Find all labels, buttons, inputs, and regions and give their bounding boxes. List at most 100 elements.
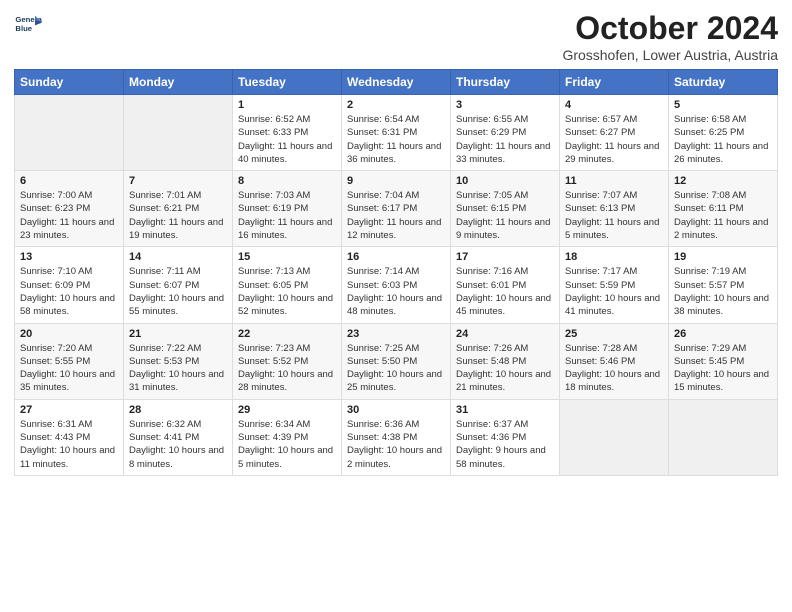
calendar-week-row: 1 Sunrise: 6:52 AMSunset: 6:33 PMDaylight…	[15, 95, 778, 171]
cell-info: Sunrise: 7:10 AMSunset: 6:09 PMDaylight:…	[20, 265, 118, 318]
cell-date: 16	[347, 251, 445, 263]
calendar-day-header: Tuesday	[233, 70, 342, 95]
calendar-cell: 18 Sunrise: 7:17 AMSunset: 5:59 PMDayligh…	[560, 247, 669, 323]
cell-date: 20	[20, 328, 118, 340]
cell-date: 13	[20, 251, 118, 263]
cell-date: 1	[238, 99, 336, 111]
calendar-cell: 15 Sunrise: 7:13 AMSunset: 6:05 PMDayligh…	[233, 247, 342, 323]
page: General Blue October 2024 Grosshofen, Lo…	[0, 0, 792, 612]
cell-date: 8	[238, 175, 336, 187]
calendar-cell: 28 Sunrise: 6:32 AMSunset: 4:41 PMDayligh…	[124, 399, 233, 475]
cell-info: Sunrise: 7:14 AMSunset: 6:03 PMDaylight:…	[347, 265, 445, 318]
cell-info: Sunrise: 7:20 AMSunset: 5:55 PMDaylight:…	[20, 342, 118, 395]
calendar-cell: 3Sunrise: 6:55 AMSunset: 6:29 PMDaylight…	[451, 95, 560, 171]
calendar-cell: 6 Sunrise: 7:00 AMSunset: 6:23 PMDaylight…	[15, 171, 124, 247]
cell-info: Sunrise: 7:16 AMSunset: 6:01 PMDaylight:…	[456, 265, 554, 318]
header: General Blue October 2024 Grosshofen, Lo…	[14, 10, 778, 63]
calendar-cell: 7Sunrise: 7:01 AMSunset: 6:21 PMDaylight…	[124, 171, 233, 247]
cell-date: 27	[20, 404, 118, 416]
cell-date: 9	[347, 175, 445, 187]
cell-info: Sunrise: 7:05 AMSunset: 6:15 PMDaylight:…	[456, 189, 554, 242]
calendar-cell: 5 Sunrise: 6:58 AMSunset: 6:25 PMDaylight…	[669, 95, 778, 171]
cell-date: 30	[347, 404, 445, 416]
calendar-cell: 30Sunrise: 6:36 AMSunset: 4:38 PMDayligh…	[342, 399, 451, 475]
calendar-cell: 25 Sunrise: 7:28 AMSunset: 5:46 PMDayligh…	[560, 323, 669, 399]
title-block: October 2024 Grosshofen, Lower Austria, …	[562, 10, 778, 63]
calendar-week-row: 20 Sunrise: 7:20 AMSunset: 5:55 PMDayligh…	[15, 323, 778, 399]
cell-date: 11	[565, 175, 663, 187]
cell-info: Sunrise: 7:13 AMSunset: 6:05 PMDaylight:…	[238, 265, 336, 318]
cell-date: 19	[674, 251, 772, 263]
cell-date: 12	[674, 175, 772, 187]
cell-info: Sunrise: 7:04 AMSunset: 6:17 PMDaylight:…	[347, 189, 445, 242]
logo-icon: General Blue	[14, 10, 42, 38]
cell-date: 22	[238, 328, 336, 340]
calendar-cell: 17 Sunrise: 7:16 AMSunset: 6:01 PMDayligh…	[451, 247, 560, 323]
cell-info: Sunrise: 7:03 AMSunset: 6:19 PMDaylight:…	[238, 189, 336, 242]
cell-date: 5	[674, 99, 772, 111]
cell-date: 31	[456, 404, 554, 416]
calendar-table: SundayMondayTuesdayWednesdayThursdayFrid…	[14, 69, 778, 476]
calendar-cell: 9 Sunrise: 7:04 AMSunset: 6:17 PMDaylight…	[342, 171, 451, 247]
calendar-cell: 12 Sunrise: 7:08 AMSunset: 6:11 PMDayligh…	[669, 171, 778, 247]
location: Grosshofen, Lower Austria, Austria	[562, 47, 778, 63]
cell-date: 28	[129, 404, 227, 416]
calendar-cell: 11 Sunrise: 7:07 AMSunset: 6:13 PMDayligh…	[560, 171, 669, 247]
cell-info: Sunrise: 7:28 AMSunset: 5:46 PMDaylight:…	[565, 342, 663, 395]
calendar-cell	[560, 399, 669, 475]
calendar-cell: 1 Sunrise: 6:52 AMSunset: 6:33 PMDaylight…	[233, 95, 342, 171]
calendar-cell: 19 Sunrise: 7:19 AMSunset: 5:57 PMDayligh…	[669, 247, 778, 323]
cell-info: Sunrise: 7:11 AMSunset: 6:07 PMDaylight:…	[129, 265, 227, 318]
cell-info: Sunrise: 6:37 AMSunset: 4:36 PMDaylight:…	[456, 418, 554, 471]
cell-date: 29	[238, 404, 336, 416]
calendar-cell: 27Sunrise: 6:31 AMSunset: 4:43 PMDayligh…	[15, 399, 124, 475]
cell-date: 17	[456, 251, 554, 263]
cell-info: Sunrise: 6:57 AMSunset: 6:27 PMDaylight:…	[565, 113, 663, 166]
cell-info: Sunrise: 7:19 AMSunset: 5:57 PMDaylight:…	[674, 265, 772, 318]
calendar-cell: 13 Sunrise: 7:10 AMSunset: 6:09 PMDayligh…	[15, 247, 124, 323]
cell-info: Sunrise: 7:07 AMSunset: 6:13 PMDaylight:…	[565, 189, 663, 242]
calendar-cell: 8 Sunrise: 7:03 AMSunset: 6:19 PMDaylight…	[233, 171, 342, 247]
month-title: October 2024	[562, 10, 778, 47]
calendar-cell: 14Sunrise: 7:11 AMSunset: 6:07 PMDayligh…	[124, 247, 233, 323]
cell-date: 15	[238, 251, 336, 263]
calendar-cell	[124, 95, 233, 171]
cell-date: 2	[347, 99, 445, 111]
calendar-day-header: Wednesday	[342, 70, 451, 95]
calendar-cell: 21Sunrise: 7:22 AMSunset: 5:53 PMDayligh…	[124, 323, 233, 399]
calendar-cell	[15, 95, 124, 171]
cell-info: Sunrise: 6:32 AMSunset: 4:41 PMDaylight:…	[129, 418, 227, 471]
cell-info: Sunrise: 7:22 AMSunset: 5:53 PMDaylight:…	[129, 342, 227, 395]
calendar-week-row: 13 Sunrise: 7:10 AMSunset: 6:09 PMDayligh…	[15, 247, 778, 323]
calendar-cell: 10 Sunrise: 7:05 AMSunset: 6:15 PMDayligh…	[451, 171, 560, 247]
cell-date: 6	[20, 175, 118, 187]
calendar-cell: 2Sunrise: 6:54 AMSunset: 6:31 PMDaylight…	[342, 95, 451, 171]
cell-date: 23	[347, 328, 445, 340]
cell-info: Sunrise: 7:17 AMSunset: 5:59 PMDaylight:…	[565, 265, 663, 318]
cell-info: Sunrise: 7:08 AMSunset: 6:11 PMDaylight:…	[674, 189, 772, 242]
calendar-day-header: Saturday	[669, 70, 778, 95]
cell-date: 18	[565, 251, 663, 263]
calendar-cell: 4Sunrise: 6:57 AMSunset: 6:27 PMDaylight…	[560, 95, 669, 171]
calendar-cell: 31 Sunrise: 6:37 AMSunset: 4:36 PMDayligh…	[451, 399, 560, 475]
calendar-cell: 22 Sunrise: 7:23 AMSunset: 5:52 PMDayligh…	[233, 323, 342, 399]
calendar-week-row: 27Sunrise: 6:31 AMSunset: 4:43 PMDayligh…	[15, 399, 778, 475]
calendar-cell: 16 Sunrise: 7:14 AMSunset: 6:03 PMDayligh…	[342, 247, 451, 323]
calendar-cell	[669, 399, 778, 475]
cell-date: 24	[456, 328, 554, 340]
cell-info: Sunrise: 6:58 AMSunset: 6:25 PMDaylight:…	[674, 113, 772, 166]
cell-date: 25	[565, 328, 663, 340]
cell-date: 10	[456, 175, 554, 187]
calendar-cell: 23Sunrise: 7:25 AMSunset: 5:50 PMDayligh…	[342, 323, 451, 399]
cell-info: Sunrise: 6:52 AMSunset: 6:33 PMDaylight:…	[238, 113, 336, 166]
cell-info: Sunrise: 7:23 AMSunset: 5:52 PMDaylight:…	[238, 342, 336, 395]
calendar-header-row: SundayMondayTuesdayWednesdayThursdayFrid…	[15, 70, 778, 95]
cell-info: Sunrise: 6:34 AMSunset: 4:39 PMDaylight:…	[238, 418, 336, 471]
calendar-day-header: Friday	[560, 70, 669, 95]
svg-text:Blue: Blue	[15, 24, 32, 33]
calendar-cell: 26Sunrise: 7:29 AMSunset: 5:45 PMDayligh…	[669, 323, 778, 399]
calendar-cell: 24Sunrise: 7:26 AMSunset: 5:48 PMDayligh…	[451, 323, 560, 399]
cell-info: Sunrise: 7:00 AMSunset: 6:23 PMDaylight:…	[20, 189, 118, 242]
calendar-week-row: 6 Sunrise: 7:00 AMSunset: 6:23 PMDaylight…	[15, 171, 778, 247]
calendar-cell: 29 Sunrise: 6:34 AMSunset: 4:39 PMDayligh…	[233, 399, 342, 475]
